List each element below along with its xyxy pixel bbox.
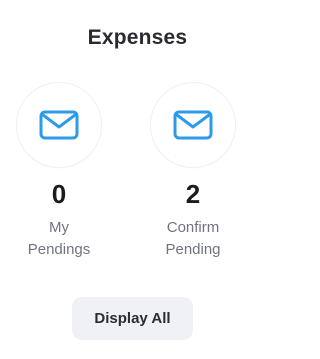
stat-label: My Pendings: [4, 217, 114, 261]
stat-label-line2: Pendings: [27, 241, 91, 258]
mail-icon-circle[interactable]: [16, 82, 102, 168]
stat-label: Confirm Pending: [138, 217, 248, 261]
stat-count: 2: [185, 179, 201, 209]
mail-icon: [39, 110, 79, 140]
mail-icon-circle[interactable]: [150, 82, 236, 168]
stat-confirm-pending[interactable]: 2 Confirm Pending: [138, 82, 248, 261]
expenses-card: Expenses 0 My Pendings 2 Confirm Pending…: [0, 0, 275, 359]
card-title: Expenses: [87, 26, 188, 49]
stat-count: 0: [51, 179, 67, 209]
display-all-button[interactable]: Display All: [72, 297, 193, 340]
mail-icon: [173, 110, 213, 140]
stat-my-pendings[interactable]: 0 My Pendings: [4, 82, 114, 261]
stat-label-line1: Confirm: [166, 219, 220, 236]
stat-label-line2: Pending: [165, 241, 221, 258]
stat-label-line1: My: [49, 219, 69, 236]
